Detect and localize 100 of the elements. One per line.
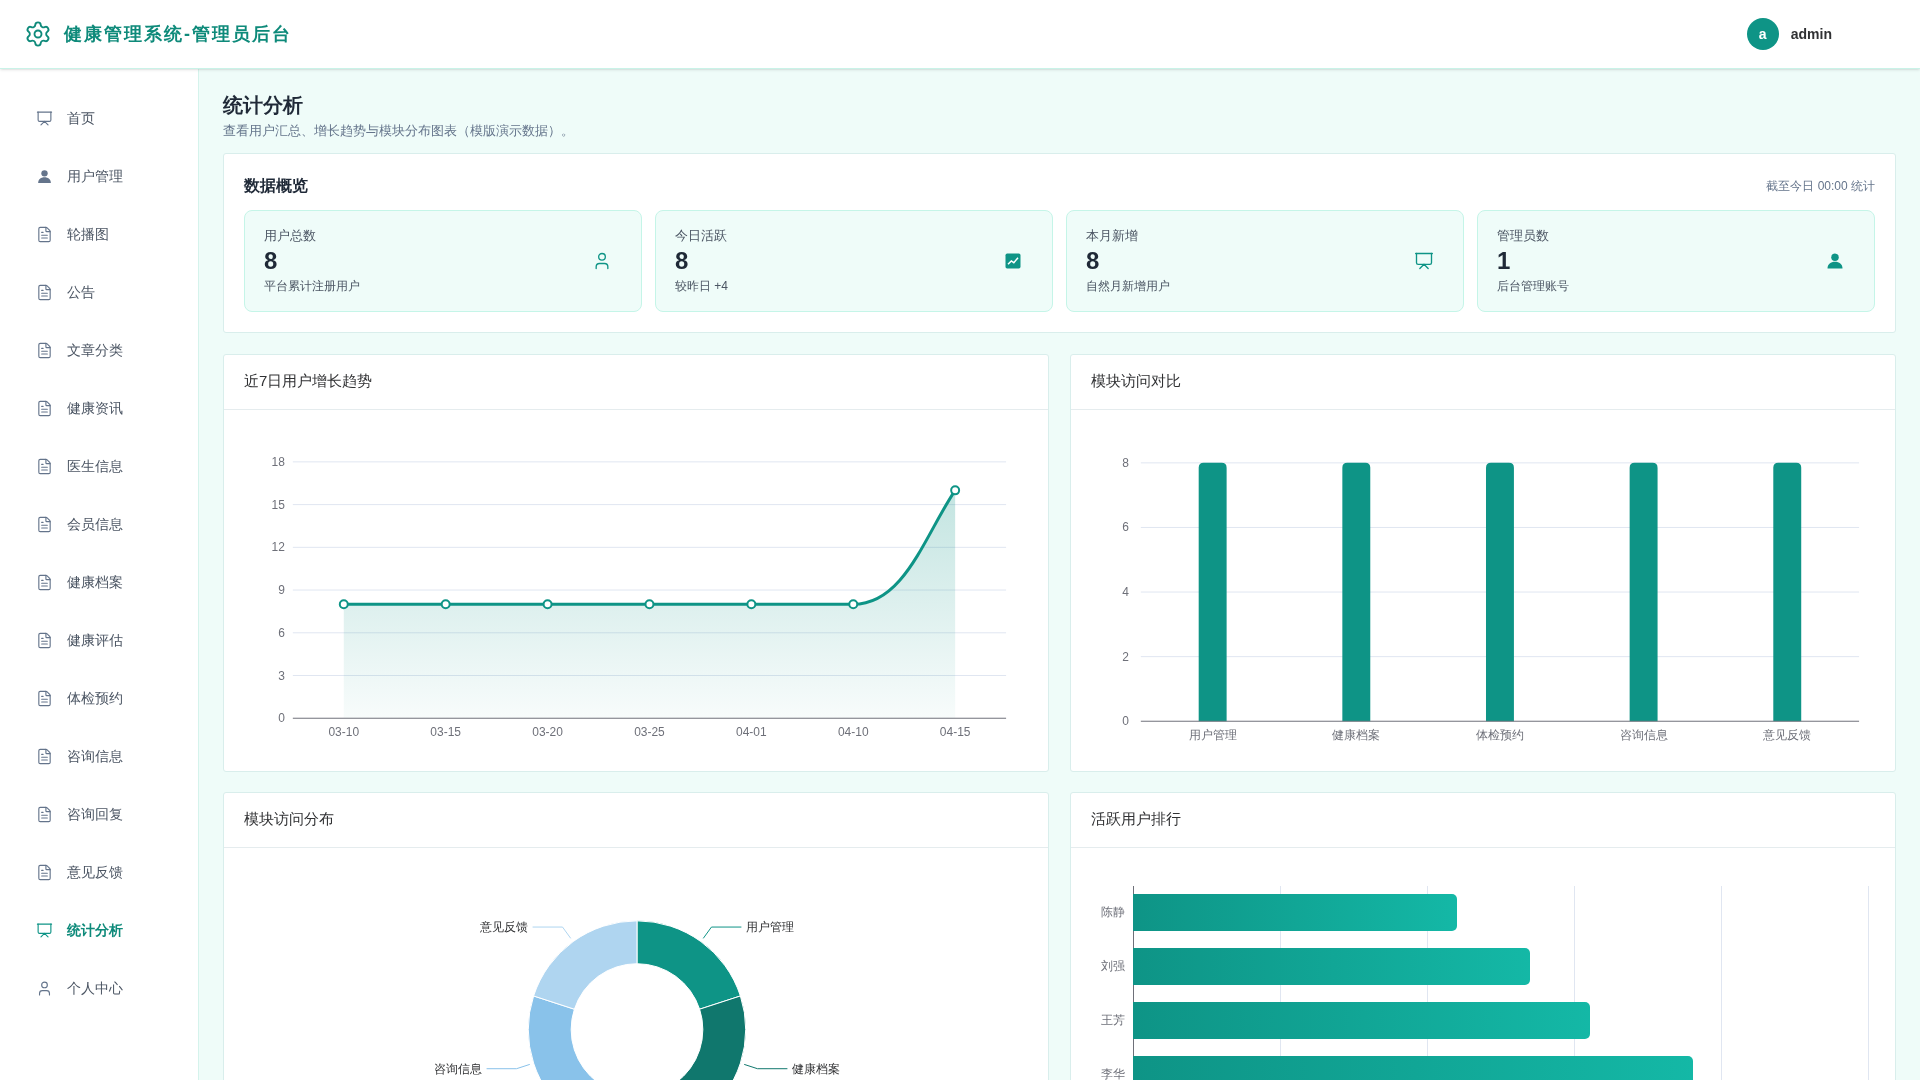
- stat-label: 用户总数: [264, 226, 317, 245]
- stat-hint: 较昨日 +4: [675, 278, 728, 296]
- stat-label: 管理员数: [1497, 226, 1550, 245]
- page-title: 统计分析: [223, 93, 304, 118]
- user-name[interactable]: admin: [1790, 23, 1832, 45]
- data-point: [848, 598, 859, 609]
- slice-label: 意见反馈: [479, 919, 528, 934]
- document-icon: [36, 631, 53, 649]
- sidebar-item[interactable]: 首页: [0, 89, 198, 147]
- card-title: 近7日用户增长趋势: [244, 371, 373, 392]
- document-icon: [36, 399, 53, 417]
- axis-label: 03-15: [430, 724, 461, 739]
- card-title: 模块访问对比: [1091, 371, 1181, 392]
- sidebar-item[interactable]: 统计分析: [0, 901, 198, 959]
- stat-hint: 后台管理账号: [1497, 278, 1569, 296]
- card-title: 模块访问分布: [244, 809, 334, 830]
- document-icon: [36, 805, 53, 823]
- sidebar-item[interactable]: 咨询回复: [0, 785, 198, 843]
- sidebar-item[interactable]: 医生信息: [0, 437, 198, 495]
- document-icon: [36, 225, 53, 243]
- slice-label: 用户管理: [746, 919, 795, 934]
- axis-label: 03-25: [634, 724, 665, 739]
- axis-label: 6: [278, 625, 285, 640]
- presentation-chart-icon: [1414, 250, 1434, 271]
- axis-label: 0: [278, 710, 285, 725]
- stat-label: 今日活跃: [675, 226, 728, 245]
- slice-label: 健康档案: [792, 1061, 841, 1076]
- sidebar-item[interactable]: 公告: [0, 263, 198, 321]
- document-icon: [36, 341, 53, 359]
- axis-label: 陈静: [1101, 904, 1125, 921]
- stat-value: 1: [1497, 246, 1512, 277]
- axis-label: 用户管理: [1188, 727, 1237, 742]
- stats-note: 截至今日 00:00 统计: [1766, 177, 1875, 195]
- stat-value: 8: [675, 246, 690, 277]
- axis-label: 0: [1122, 713, 1129, 728]
- sidebar-item[interactable]: 健康评估: [0, 611, 198, 669]
- axis-label: 03-10: [328, 724, 360, 739]
- page-subtitle: 查看用户汇总、增长趋势与模块分布图表（模版演示数据）。: [223, 122, 575, 140]
- sidebar-item[interactable]: 咨询信息: [0, 727, 198, 785]
- axis-label: 李华: [1101, 1066, 1125, 1080]
- axis-label: 9: [278, 582, 285, 597]
- presentation-chart-icon: [36, 921, 53, 939]
- axis-label: 4: [1122, 584, 1129, 599]
- axis-label: 04-10: [837, 724, 869, 739]
- data-point: [950, 484, 961, 495]
- sidebar-item[interactable]: 文章分类: [0, 321, 198, 379]
- sidebar-item[interactable]: 健康档案: [0, 553, 198, 611]
- document-icon: [36, 689, 53, 707]
- data-point: [542, 598, 553, 609]
- document-icon: [36, 863, 53, 881]
- card-title: 活跃用户排行: [1091, 809, 1181, 830]
- document-icon: [36, 283, 53, 301]
- stat-hint: 平台累计注册用户: [264, 278, 360, 296]
- section-title: 数据概览: [244, 175, 308, 196]
- leader-line: [486, 1063, 531, 1069]
- axis-label: 03-20: [532, 724, 563, 739]
- sidebar-item[interactable]: 体检预约: [0, 669, 198, 727]
- stat-hint: 自然月新增用户: [1086, 278, 1170, 296]
- leader-line: [743, 1063, 788, 1069]
- axis-label: 刘强: [1101, 958, 1125, 975]
- stat-value: 8: [264, 246, 279, 277]
- axis-label: 咨询信息: [1619, 727, 1668, 742]
- avatar[interactable]: a: [1746, 18, 1779, 50]
- axis-label: 12: [271, 539, 285, 554]
- data-point: [440, 598, 451, 609]
- data-point: [338, 598, 349, 609]
- user-icon: [36, 167, 53, 185]
- sidebar-item[interactable]: 个人中心: [0, 959, 198, 1017]
- stat-value: 8: [1086, 246, 1101, 277]
- axis-label: 15: [271, 497, 285, 512]
- sidebar-item[interactable]: 用户管理: [0, 147, 198, 205]
- data-point: [746, 598, 757, 609]
- sidebar-item[interactable]: 意见反馈: [0, 843, 198, 901]
- stat-label: 本月新增: [1086, 226, 1139, 245]
- axis-label: 3: [278, 668, 285, 682]
- leader-line: [702, 926, 742, 939]
- axis-label: 04-15: [939, 724, 971, 739]
- slice-label: 咨询信息: [433, 1061, 482, 1076]
- document-icon: [36, 747, 53, 765]
- axis-label: 18: [271, 454, 285, 469]
- axis-label: 2: [1122, 649, 1129, 664]
- axis-label: 8: [1122, 455, 1129, 470]
- axis-label: 意见反馈: [1763, 727, 1812, 742]
- axis-label: 体检预约: [1475, 727, 1524, 742]
- axis-label: 王芳: [1101, 1012, 1125, 1029]
- presentation-chart-icon: [36, 109, 53, 127]
- axis-label: 6: [1122, 519, 1129, 534]
- sidebar-item[interactable]: 会员信息: [0, 495, 198, 553]
- app-title: 健康管理系统-管理员后台: [64, 22, 292, 46]
- sidebar-item[interactable]: 轮播图: [0, 205, 198, 263]
- document-icon: [36, 457, 53, 475]
- document-icon: [36, 515, 53, 533]
- data-point: [644, 598, 655, 609]
- document-icon: [36, 573, 53, 591]
- axis-label: 04-01: [736, 724, 767, 739]
- leader-line: [532, 926, 572, 939]
- settings-icon: [24, 20, 52, 48]
- axis-label: 健康档案: [1332, 727, 1381, 742]
- user-icon: [36, 979, 53, 997]
- sidebar-item[interactable]: 健康资讯: [0, 379, 198, 437]
